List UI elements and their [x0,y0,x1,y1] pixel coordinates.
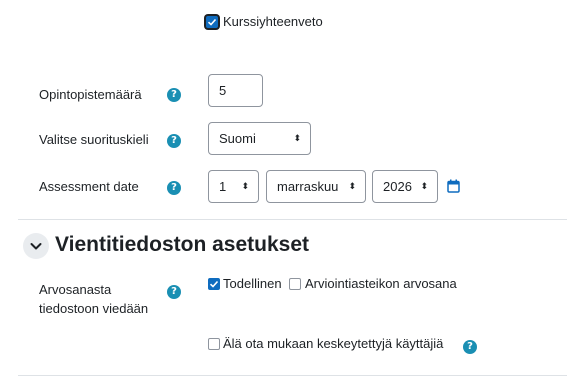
calendar-icon[interactable] [447,179,461,193]
check-icon [207,18,217,26]
section-divider [18,219,567,220]
grade-scale-label: Arviointiasteikon arvosana [305,276,457,291]
language-selected-value: Suomi [219,131,256,146]
grade-export-label-line1: Arvosanasta [39,282,112,297]
exclude-suspended-label: Älä ota mukaan keskeytettyjä käyttäjiä [223,336,444,351]
grade-scale-checkbox[interactable] [289,278,301,290]
language-help-icon[interactable]: ? [167,134,181,148]
credits-label: Opintopistemäärä [39,87,142,102]
assessment-month-value: marraskuu [277,179,339,194]
section-title: Vientitiedoston asetukset [55,233,310,256]
assessment-month-select[interactable]: marraskuu ⬍ [266,170,366,203]
grade-real-checkbox[interactable] [208,278,220,290]
select-caret-icon: ⬍ [293,134,301,144]
course-summary-checkbox[interactable] [206,16,218,28]
grade-export-label-line2: tiedostoon viedään [39,301,149,316]
grade-export-help-icon[interactable]: ? [167,285,181,299]
check-icon [209,280,219,288]
assessment-year-value: 2026 [383,179,412,194]
section-collapse-button[interactable] [23,233,49,259]
select-caret-icon: ⬍ [241,182,249,192]
exclude-suspended-help-icon[interactable]: ? [463,340,477,354]
grade-real-label: Todellinen [223,276,282,291]
course-summary-label: Kurssiyhteenveto [223,14,323,29]
language-select[interactable]: Suomi ⬍ [208,122,311,155]
chevron-down-icon [30,243,42,250]
credits-help-icon[interactable]: ? [167,88,181,102]
assessment-date-help-icon[interactable]: ? [167,181,181,195]
assessment-year-select[interactable]: 2026 ⬍ [372,170,438,203]
credits-input[interactable]: 5 [208,74,263,107]
assessment-day-value: 1 [219,179,227,194]
bottom-divider [18,375,567,376]
exclude-suspended-checkbox[interactable] [208,338,220,350]
assessment-day-select[interactable]: 1 ⬍ [208,170,259,203]
language-label: Valitse suorituskieli [39,132,149,147]
assessment-date-label: Assessment date [39,179,139,194]
select-caret-icon: ⬍ [420,182,428,192]
select-caret-icon: ⬍ [348,182,356,192]
